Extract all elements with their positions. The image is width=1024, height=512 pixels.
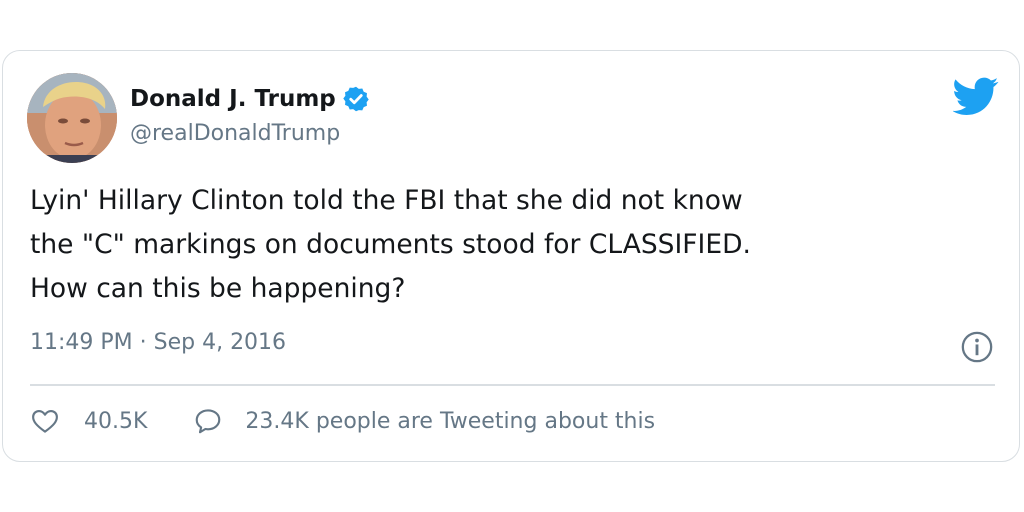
tweet-text-line: Lyin' Hillary Clinton told the FBI that … bbox=[30, 185, 743, 216]
verified-badge-icon bbox=[343, 86, 369, 112]
tweet-timestamp[interactable]: 11:49 PM · Sep 4, 2016 bbox=[30, 330, 286, 355]
name-row: Donald J. Trump bbox=[130, 83, 370, 115]
twitter-bird-icon[interactable] bbox=[953, 73, 999, 119]
heart-icon bbox=[32, 409, 58, 433]
display-name[interactable]: Donald J. Trump bbox=[130, 86, 336, 112]
speech-bubble-icon bbox=[196, 409, 221, 434]
user-handle[interactable]: @realDonaldTrump bbox=[130, 121, 340, 146]
like-button[interactable]: 40.5K bbox=[30, 406, 147, 436]
avatar[interactable] bbox=[27, 73, 117, 163]
tweeting-about-text: 23.4K people are Tweeting about this bbox=[245, 408, 656, 434]
tweet-actions: 40.5K 23.4K people are Tweeting about th… bbox=[30, 406, 655, 436]
tweeting-about-link[interactable]: 23.4K people are Tweeting about this bbox=[193, 406, 655, 436]
info-icon[interactable] bbox=[960, 330, 994, 364]
tweet-text-line: How can this be happening? bbox=[30, 273, 406, 304]
divider bbox=[30, 384, 995, 386]
tweet-text-line: the "C" markings on documents stood for … bbox=[30, 229, 751, 260]
tweet-text: Lyin' Hillary Clinton told the FBI that … bbox=[30, 179, 1005, 311]
profile-photo bbox=[27, 73, 117, 163]
tweet-card[interactable]: Donald J. Trump @realDonaldTrump Lyin' H… bbox=[2, 50, 1020, 462]
like-count: 40.5K bbox=[84, 408, 148, 434]
